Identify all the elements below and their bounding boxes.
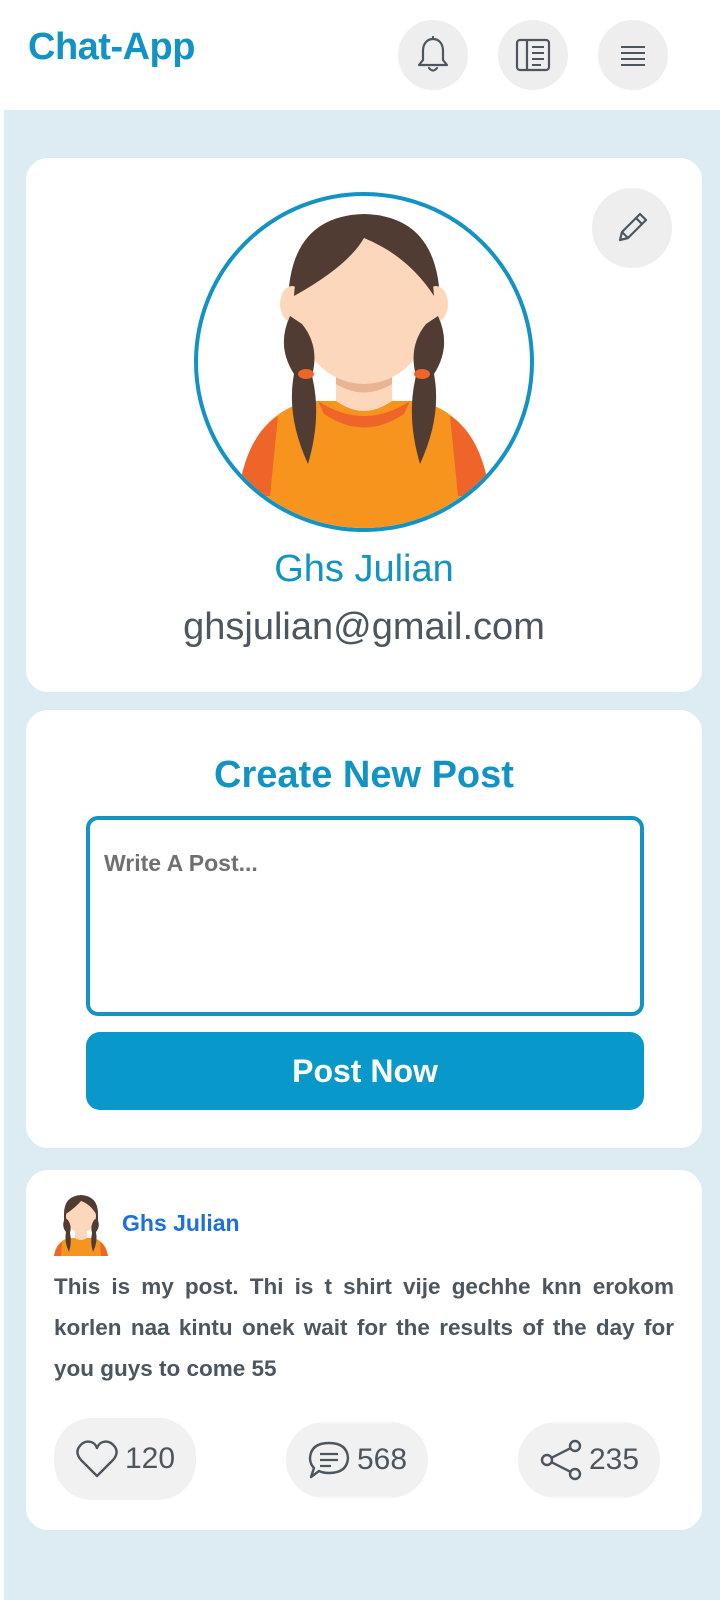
edit-profile-button[interactable] bbox=[592, 188, 672, 268]
menu-button[interactable] bbox=[598, 20, 668, 90]
feed-post-card: Ghs Julian This is my post. Thi is t shi… bbox=[26, 1170, 702, 1530]
girl-avatar-image bbox=[231, 214, 497, 528]
book-icon bbox=[515, 38, 551, 72]
profile-card: Ghs Julian ghsjulian@gmail.com bbox=[26, 158, 702, 692]
post-author-name[interactable]: Ghs Julian bbox=[122, 1210, 240, 1237]
like-button[interactable]: 120 bbox=[54, 1418, 196, 1500]
post-text: This is my post. Thi is t shirt vije gec… bbox=[54, 1274, 674, 1381]
main-content: Ghs Julian ghsjulian@gmail.com Create Ne… bbox=[4, 110, 720, 1600]
heart-icon bbox=[76, 1440, 118, 1478]
menu-icon bbox=[621, 46, 645, 66]
comment-icon bbox=[308, 1441, 350, 1479]
profile-email: ghsjulian@gmail.com bbox=[183, 606, 545, 648]
bell-icon bbox=[417, 36, 449, 72]
share-button[interactable]: 235 bbox=[518, 1422, 660, 1498]
post-author-avatar[interactable] bbox=[52, 1192, 110, 1256]
comment-count: 568 bbox=[356, 1443, 408, 1476]
app-title[interactable]: Chat-App bbox=[28, 26, 195, 69]
create-post-card: Create New Post Post Now bbox=[26, 710, 702, 1148]
post-now-button[interactable]: Post Now bbox=[86, 1032, 644, 1110]
profile-avatar[interactable] bbox=[194, 192, 534, 532]
profile-name: Ghs Julian bbox=[274, 548, 454, 590]
app-header: Chat-App bbox=[0, 0, 720, 110]
notifications-button[interactable] bbox=[398, 20, 468, 90]
like-count: 120 bbox=[124, 1442, 176, 1475]
news-feed-button[interactable] bbox=[498, 20, 568, 90]
create-post-title: Create New Post bbox=[214, 754, 514, 796]
post-input[interactable] bbox=[86, 816, 644, 1016]
comment-button[interactable]: 568 bbox=[286, 1422, 428, 1498]
share-count: 235 bbox=[588, 1443, 640, 1476]
share-icon bbox=[540, 1439, 582, 1481]
pencil-icon bbox=[618, 212, 648, 242]
